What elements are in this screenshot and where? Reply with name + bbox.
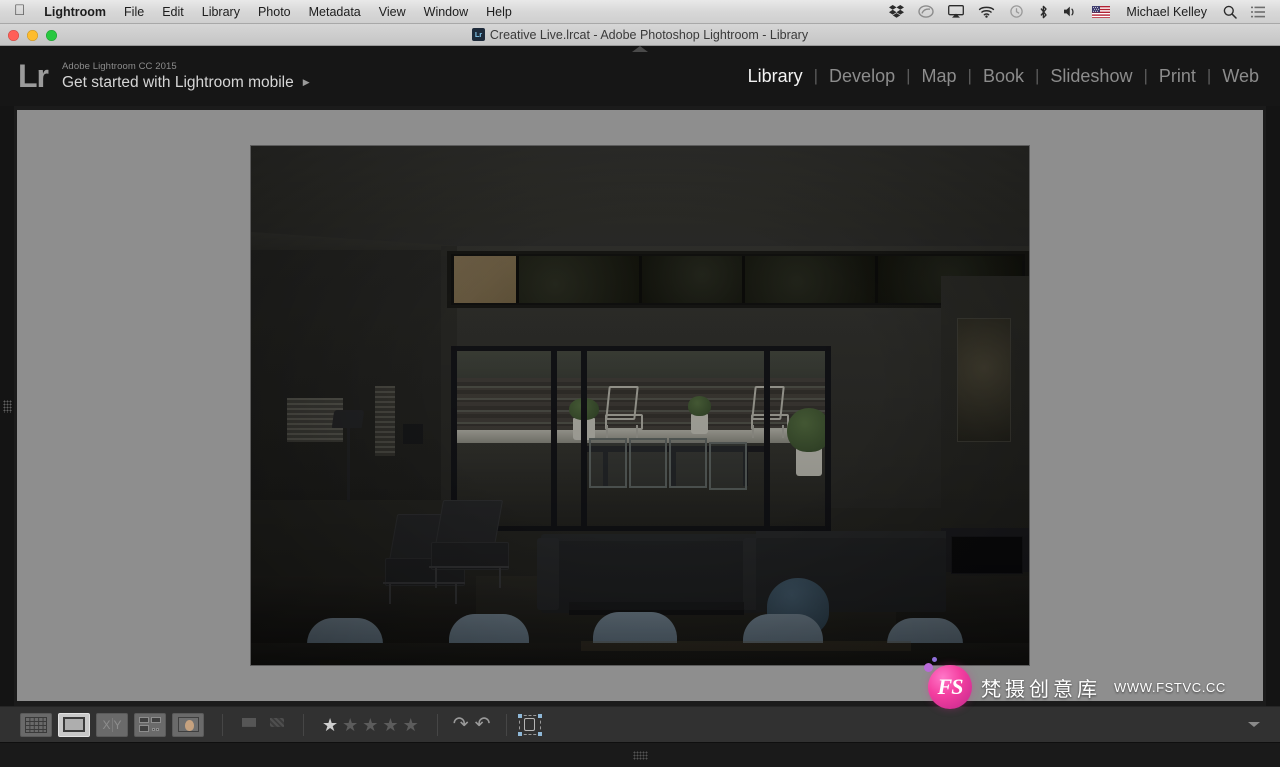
creative-cloud-icon[interactable] — [911, 0, 941, 24]
wifi-icon[interactable] — [971, 0, 1002, 24]
filmstrip-bar[interactable] — [0, 742, 1280, 767]
apple-logo-icon[interactable]:  — [10, 0, 35, 25]
identity-headline: Get started with Lightroom mobile — [62, 74, 294, 91]
play-arrow-icon: ▶ — [302, 77, 310, 87]
menu-item-file[interactable]: File — [115, 0, 153, 24]
identity-headline-row[interactable]: Get started with Lightroom mobile ▶ — [62, 73, 310, 92]
window-title-bar: Lr Creative Live.lrcat - Adobe Photoshop… — [0, 24, 1280, 46]
time-machine-icon[interactable] — [1002, 0, 1031, 24]
menu-item-metadata[interactable]: Metadata — [300, 0, 370, 24]
toolbar-separator — [436, 713, 438, 736]
input-source-flag-icon[interactable] — [1085, 0, 1117, 24]
loupe-icon — [63, 717, 85, 732]
star-1[interactable]: ★ — [322, 716, 338, 734]
menu-item-window[interactable]: Window — [415, 0, 477, 24]
minimize-window-button[interactable] — [27, 29, 38, 41]
right-panel-toggle[interactable] — [1266, 106, 1280, 706]
star-2[interactable]: ★ — [342, 716, 358, 734]
menu-item-lightroom[interactable]: Lightroom — [35, 0, 115, 24]
toolbar-separator — [505, 713, 507, 736]
search-icon[interactable] — [1216, 0, 1244, 24]
module-library[interactable]: Library — [737, 64, 814, 88]
loupe-photo[interactable] — [251, 146, 1029, 665]
module-map[interactable]: Map — [911, 64, 968, 88]
menu-item-edit[interactable]: Edit — [153, 0, 193, 24]
menu-item-library[interactable]: Library — [193, 0, 249, 24]
close-window-button[interactable] — [8, 29, 19, 41]
survey-view-button[interactable] — [134, 712, 166, 737]
lightroom-top-bar: Lr Adobe Lightroom CC 2015 Get started w… — [0, 46, 1280, 106]
identity-text: Adobe Lightroom CC 2015 Get started with… — [62, 60, 310, 92]
toolbar-right — [1248, 722, 1260, 727]
dropbox-icon[interactable] — [882, 0, 911, 24]
airplay-icon[interactable] — [941, 0, 971, 24]
module-slideshow[interactable]: Slideshow — [1039, 64, 1143, 88]
survey-icon — [139, 717, 161, 732]
identity-subtitle: Adobe Lightroom CC 2015 — [62, 61, 177, 72]
window-title-wrap: Lr Creative Live.lrcat - Adobe Photoshop… — [471, 27, 809, 42]
rotate-right-button[interactable]: ↷ — [450, 715, 472, 734]
identity-plate[interactable]: Lr Adobe Lightroom CC 2015 Get started w… — [0, 60, 310, 92]
star-4[interactable]: ★ — [382, 716, 398, 734]
module-web[interactable]: Web — [1211, 64, 1270, 88]
toolbar-separator — [303, 713, 304, 736]
left-panel-toggle[interactable] — [0, 106, 14, 706]
view-mode-group: XY — [20, 712, 210, 737]
module-print[interactable]: Print — [1148, 64, 1207, 88]
loupe-view-button[interactable] — [58, 712, 90, 737]
photo-vignette-overlay — [251, 146, 1029, 665]
window-title-text: Creative Live.lrcat - Adobe Photoshop Li… — [489, 27, 809, 42]
filmstrip-toggle-grip-icon — [632, 750, 648, 760]
menu-item-view[interactable]: View — [370, 0, 415, 24]
lightroom-document-icon: Lr — [471, 28, 485, 41]
rotate-group: ↷ ↶ — [450, 715, 494, 734]
toolbar-separator — [222, 713, 223, 736]
crop-overlay-button[interactable] — [517, 713, 542, 736]
loupe-toolbar: XY ★ ★ ★ ★ ★ ↷ ↶ — [0, 706, 1280, 742]
people-view-button[interactable] — [172, 712, 204, 737]
content-area — [0, 106, 1280, 706]
module-develop[interactable]: Develop — [818, 64, 906, 88]
panel-grip-icon — [2, 399, 12, 413]
star-5[interactable]: ★ — [403, 716, 419, 734]
lightroom-logo: Lr — [18, 58, 49, 94]
loupe-stage[interactable] — [17, 110, 1263, 701]
menu-item-photo[interactable]: Photo — [249, 0, 300, 24]
compare-view-button[interactable]: XY — [96, 712, 128, 737]
bluetooth-icon[interactable] — [1031, 0, 1056, 24]
chevron-up-icon — [632, 46, 648, 52]
toolbar-expand-arrow-icon[interactable] — [1248, 722, 1260, 727]
grid-icon — [25, 716, 47, 733]
rating-stars[interactable]: ★ ★ ★ ★ ★ — [322, 716, 419, 734]
top-panel-toggle[interactable] — [0, 44, 1280, 56]
menu-bar-status-area: Michael Kelley — [882, 0, 1280, 24]
rotate-left-button[interactable]: ↶ — [472, 715, 494, 734]
lightroom-app: Lr Adobe Lightroom CC 2015 Get started w… — [0, 46, 1280, 767]
screen:  Lightroom File Edit Library Photo Meta… — [0, 0, 1280, 767]
face-icon — [177, 717, 199, 732]
macos-menu-bar:  Lightroom File Edit Library Photo Meta… — [0, 0, 1280, 24]
grid-view-button[interactable] — [20, 712, 52, 737]
menu-bar-left:  Lightroom File Edit Library Photo Meta… — [0, 0, 521, 24]
menu-bar-user-name[interactable]: Michael Kelley — [1117, 0, 1216, 24]
module-book[interactable]: Book — [972, 64, 1035, 88]
zoom-window-button[interactable] — [46, 29, 57, 41]
traffic-light-buttons — [8, 24, 57, 46]
star-3[interactable]: ★ — [362, 716, 378, 734]
notification-center-icon[interactable] — [1244, 0, 1272, 24]
volume-icon[interactable] — [1056, 0, 1085, 24]
module-picker: Library | Develop | Map | Book | Slidesh… — [737, 64, 1280, 88]
menu-item-help[interactable]: Help — [477, 0, 521, 24]
